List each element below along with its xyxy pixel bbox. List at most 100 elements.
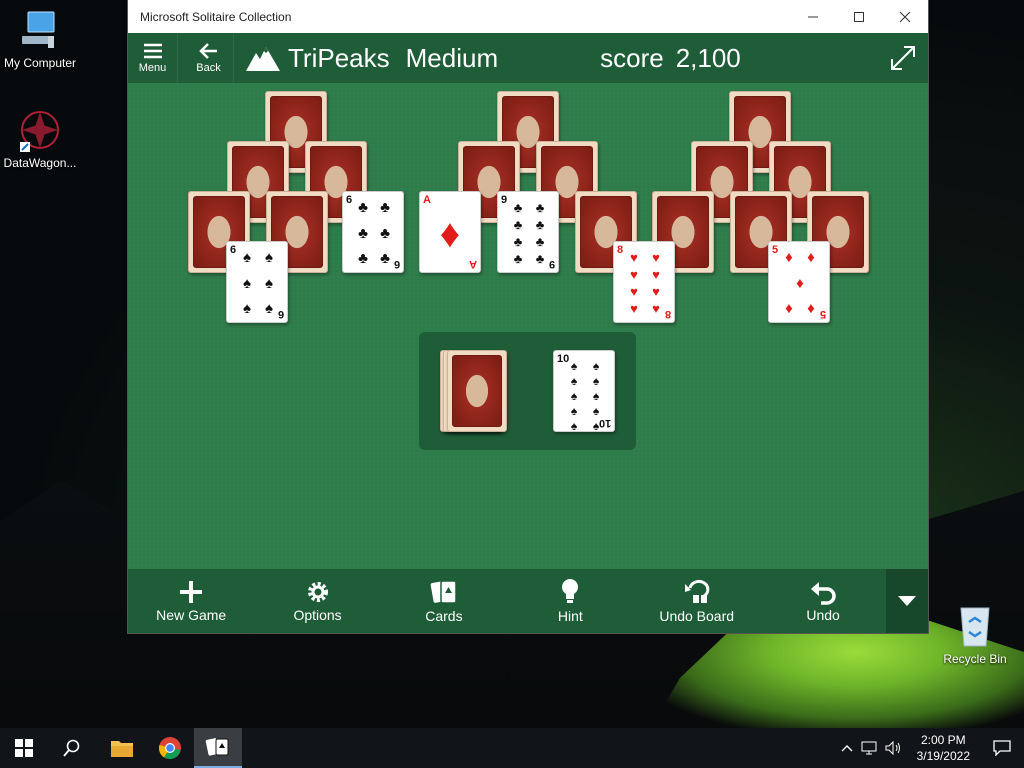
computer-icon [22,11,55,48]
chevron-down-icon [898,596,917,606]
suit-pip: ♠ [570,374,578,388]
chevron-up-icon[interactable] [841,744,853,752]
suit-pip: ♥ [652,267,660,282]
start-button[interactable] [0,728,48,768]
suit-pip: ♠ [570,404,578,418]
difficulty-label: Medium [405,42,499,73]
suit-pip: ♠ [570,359,578,373]
notifications-button[interactable] [980,728,1024,768]
card-9-clubs[interactable]: 9 ♣ ♣ ♣ ♣ ♣ ♣ ♣ ♣ 9 [497,191,559,273]
window-titlebar: Microsoft Solitaire Collection [128,0,928,33]
taskbar-chrome[interactable] [146,728,194,768]
desktop-icon-my-computer[interactable]: My Computer [0,10,80,70]
search-button[interactable] [48,728,96,768]
minimize-button[interactable] [790,0,836,33]
card-ace-diamonds[interactable]: A ♦ A [419,191,481,273]
score-value: 2,100 [675,42,741,73]
suit-pip: ♣ [380,224,390,242]
undo-label: Undo [806,607,840,623]
system-tray: 2:00 PM 3/19/2022 [841,728,1024,768]
gear-icon [307,582,328,602]
taskbar: 2:00 PM 3/19/2022 [0,728,1024,768]
clock-date: 3/19/2022 [916,749,970,763]
suit-pip: ♣ [380,199,390,216]
taskbar-solitaire[interactable] [194,728,242,768]
suit-pip: ♦ [807,249,815,266]
suit-pip: ♣ [358,224,368,242]
card-rank: 8 [664,308,671,320]
folder-icon [111,741,133,757]
card-5-diamonds[interactable]: 5 ♦ ♦ ♦ ♦ ♦ 5 [768,241,830,323]
score-label: score [600,42,664,73]
cards-button[interactable]: Cards [381,569,507,633]
hint-button[interactable]: Hint [507,569,633,633]
recycle-bin-icon [960,607,990,647]
suit-pip: ♣ [513,200,523,215]
menu-button[interactable]: Menu [128,33,178,83]
taskbar-file-explorer[interactable] [98,728,146,768]
new-game-label: New Game [156,607,227,623]
card-rank: 6 [230,244,237,256]
suit-pip: ♠ [570,389,578,403]
card-8-hearts[interactable]: 8 ♥ ♥ ♥ ♥ ♥ ♥ ♥ ♥ 8 [613,241,675,323]
suit-pip: ♠ [592,389,600,403]
game-name: TriPeaks [288,42,390,73]
suit-pip: ♣ [380,250,390,267]
new-game-button[interactable]: New Game [128,569,254,633]
volume-icon[interactable] [885,741,903,755]
network-icon[interactable] [861,741,877,755]
solitaire-window: Microsoft Solitaire Collection Menu Back… [128,0,929,633]
suit-pip: ♦ [796,274,804,292]
suit-pip: ♣ [535,251,545,266]
maximize-button[interactable] [836,0,882,33]
back-label: Back [196,62,221,74]
suit-pip: ♣ [535,234,545,249]
suit-pip: ♠ [265,300,273,317]
notification-icon [993,740,1011,756]
card-rank: 9 [501,194,508,206]
minimize-icon [808,16,818,17]
undo-button[interactable]: Undo [760,569,886,633]
suit-pip: ♣ [513,217,523,232]
undo-board-button[interactable]: Undo Board [634,569,760,633]
card-6-clubs[interactable]: 6 ♣ ♣ ♣ ♣ ♣ ♣ 6 [342,191,404,273]
desktop-icon-datawagon[interactable]: DataWagon... [0,108,80,170]
undo-board-label: Undo Board [659,608,735,624]
suit-pip: ♣ [358,199,368,216]
stock-pile[interactable] [447,350,507,432]
more-options-button[interactable] [886,569,929,633]
window-title: Microsoft Solitaire Collection [140,9,292,24]
suit-pip: ♠ [265,274,273,292]
back-button[interactable]: Back [184,33,234,83]
game-toolbar: New Game Options Cards Hint Undo Board U… [128,569,929,633]
suit-pip: ♠ [265,249,273,266]
card-rank: 9 [548,258,555,270]
suit-pip: ♦ [439,212,461,256]
back-arrow-icon [198,43,217,59]
fullscreen-button[interactable] [878,33,928,83]
undo-icon [811,582,836,605]
cards-label: Cards [425,608,463,624]
suit-pip: ♣ [535,200,545,215]
plus-icon [180,581,203,603]
waste-card-10-spades: 10 ♠ ♠ ♠ ♠ ♠ ♠ ♠ ♠ ♠ ♠ 10 [553,350,615,433]
suit-pip: ♠ [243,249,251,266]
options-button[interactable]: Options [254,569,380,633]
close-button[interactable] [882,0,928,33]
suit-pip: ♣ [535,217,545,232]
game-board: 6 ♠♠ ♠♠ ♠♠ 6 6 ♣♣ ♣♣ ♣♣ 6 A ♦ A 9 [128,83,928,569]
suit-pip: ♥ [630,250,638,265]
clock[interactable]: 2:00 PM 3/19/2022 [907,732,980,764]
cards-icon [430,580,457,604]
suit-pip: ♥ [630,284,638,299]
menu-label: Menu [138,62,167,74]
desktop-icon-recycle-bin[interactable]: Recycle Bin [935,602,1015,666]
suit-pip: ♥ [652,301,660,316]
card-6-spades[interactable]: 6 ♠ ♠ ♠ ♠ ♠ ♠ 6 [226,241,288,323]
card-rank: 10 [598,417,611,429]
suit-pip: ♥ [652,250,660,265]
hint-label: Hint [557,608,583,624]
solitaire-app-icon [205,738,229,756]
undo-board-icon [684,579,710,603]
suit-pip: ♠ [570,419,578,433]
